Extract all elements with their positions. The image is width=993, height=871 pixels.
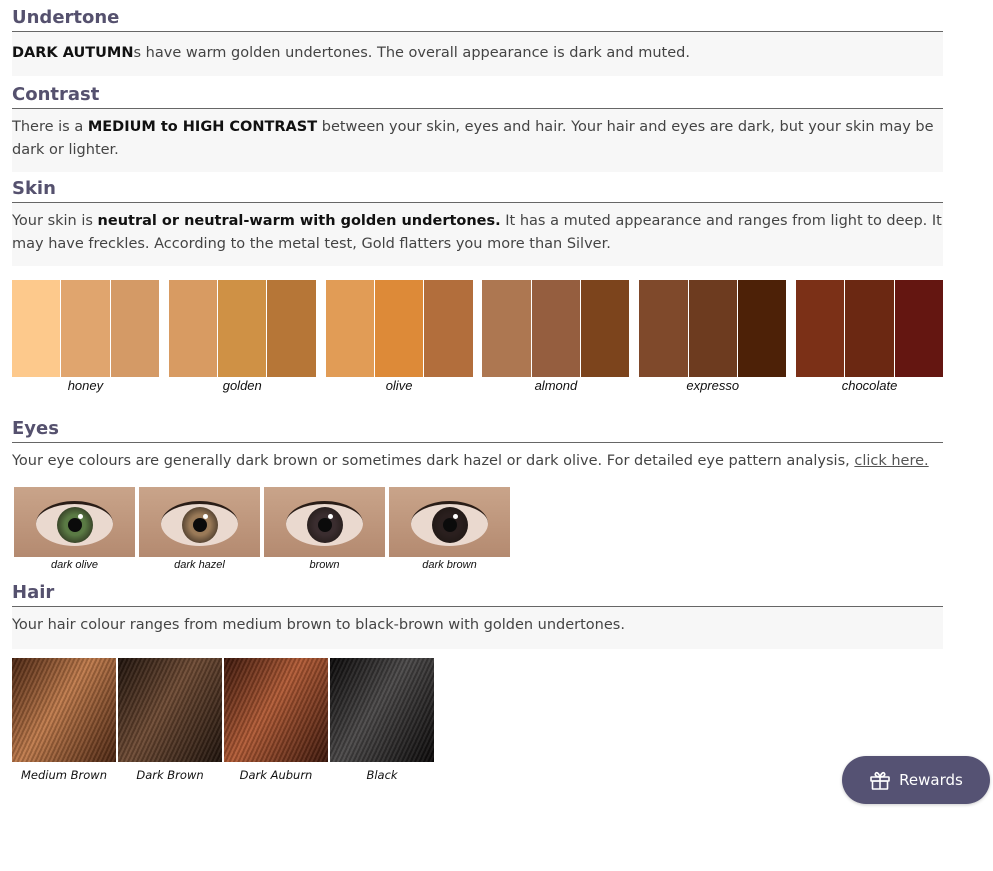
undertone-text: DARK AUTUMNs have warm golden undertones… bbox=[12, 32, 943, 76]
eye-label: brown bbox=[309, 559, 340, 571]
swatch-color bbox=[168, 280, 218, 377]
eyes-section: Eyes Your eye colours are generally dark… bbox=[12, 417, 943, 571]
swatch-color bbox=[688, 280, 737, 377]
swatch-color bbox=[325, 280, 374, 377]
eye-image bbox=[139, 487, 260, 557]
swatch-label: almond bbox=[534, 378, 578, 393]
swatch-label: expresso bbox=[686, 378, 740, 393]
hair-text: Your hair colour ranges from medium brow… bbox=[12, 607, 943, 649]
swatch-color bbox=[581, 280, 630, 377]
swatch-color bbox=[12, 280, 61, 377]
undertone-heading: Undertone bbox=[12, 6, 943, 32]
swatch-colors bbox=[325, 280, 473, 377]
swatch-color bbox=[531, 280, 581, 377]
skin-swatches: honey golden olive almond expresso chocolate bbox=[12, 280, 943, 393]
eye-analysis-link[interactable]: click here. bbox=[854, 453, 928, 469]
hair-text-body: Your hair colour ranges from medium brow… bbox=[12, 617, 625, 633]
eye-sample: brown bbox=[264, 487, 385, 571]
eye-image bbox=[264, 487, 385, 557]
hair-image bbox=[12, 658, 116, 762]
swatch-color bbox=[845, 280, 894, 377]
swatch-colors bbox=[796, 280, 943, 377]
undertone-bold: DARK AUTUMN bbox=[12, 45, 134, 61]
eye-label: dark olive bbox=[50, 559, 99, 571]
hair-heading: Hair bbox=[12, 581, 943, 607]
hair-sample: Dark Brown bbox=[118, 658, 222, 782]
hair-image bbox=[118, 658, 222, 762]
skin-swatch-golden: golden bbox=[168, 280, 316, 393]
eyes-heading: Eyes bbox=[12, 417, 943, 443]
eye-image bbox=[389, 487, 510, 557]
skin-swatch-expresso: expresso bbox=[639, 280, 787, 393]
swatch-color bbox=[61, 280, 110, 377]
swatch-color bbox=[267, 280, 316, 377]
contrast-section: Contrast There is a MEDIUM to HIGH CONTR… bbox=[12, 83, 943, 172]
swatch-color bbox=[737, 280, 787, 377]
contrast-text-before: There is a bbox=[12, 119, 88, 135]
swatch-label: golden bbox=[222, 378, 262, 393]
swatch-color bbox=[639, 280, 688, 377]
hair-sample: Black bbox=[330, 658, 434, 782]
hair-samples: Medium Brown Dark Brown Dark Auburn Black bbox=[12, 658, 943, 782]
swatch-label: olive bbox=[385, 378, 413, 393]
undertone-section: Undertone DARK AUTUMNs have warm golden … bbox=[12, 6, 943, 76]
rewards-button[interactable]: Rewards bbox=[842, 756, 990, 804]
undertone-rest: s have warm golden undertones. The overa… bbox=[133, 45, 690, 61]
swatch-color bbox=[796, 280, 845, 377]
eye-sample: dark hazel bbox=[139, 487, 260, 571]
swatch-colors bbox=[639, 280, 787, 377]
hair-image bbox=[224, 658, 328, 762]
skin-bold: neutral or neutral-warm with golden unde… bbox=[97, 213, 501, 229]
swatch-label: honey bbox=[67, 378, 104, 393]
contrast-heading: Contrast bbox=[12, 83, 943, 109]
skin-swatch-olive: olive bbox=[325, 280, 473, 393]
hair-sample: Medium Brown bbox=[12, 658, 116, 782]
hair-label: Medium Brown bbox=[21, 768, 107, 782]
hair-label: Dark Auburn bbox=[239, 768, 313, 782]
gift-icon bbox=[869, 770, 891, 790]
eyes-text: Your eye colours are generally dark brow… bbox=[12, 443, 943, 479]
eye-label: dark brown bbox=[422, 559, 477, 571]
skin-swatch-almond: almond bbox=[482, 280, 630, 393]
swatch-color bbox=[218, 280, 267, 377]
swatch-color bbox=[424, 280, 473, 377]
skin-text-before: Your skin is bbox=[12, 213, 98, 229]
swatch-color bbox=[110, 280, 159, 377]
hair-image bbox=[330, 658, 434, 762]
skin-swatch-honey: honey bbox=[12, 280, 159, 393]
eye-label: dark hazel bbox=[174, 559, 225, 571]
contrast-text: There is a MEDIUM to HIGH CONTRAST betwe… bbox=[12, 109, 943, 172]
swatch-color bbox=[374, 280, 424, 377]
skin-heading: Skin bbox=[12, 177, 943, 203]
eye-sample: dark olive bbox=[14, 487, 135, 571]
skin-swatch-chocolate: chocolate bbox=[796, 280, 943, 393]
swatch-color bbox=[482, 280, 531, 377]
skin-section: Skin Your skin is neutral or neutral-war… bbox=[12, 177, 943, 393]
swatch-label: chocolate bbox=[841, 378, 898, 393]
swatch-colors bbox=[482, 280, 630, 377]
swatch-colors bbox=[168, 280, 316, 377]
hair-label: Dark Brown bbox=[136, 768, 204, 782]
hair-label: Black bbox=[366, 768, 398, 782]
eye-samples: dark olive dark hazel brown dark brown bbox=[14, 487, 943, 571]
hair-sample: Dark Auburn bbox=[224, 658, 328, 782]
swatch-colors bbox=[12, 280, 159, 377]
content: Undertone DARK AUTUMNs have warm golden … bbox=[12, 0, 943, 782]
contrast-bold: MEDIUM to HIGH CONTRAST bbox=[87, 119, 318, 135]
rewards-label: Rewards bbox=[899, 771, 963, 789]
swatch-color bbox=[894, 280, 943, 377]
eye-image bbox=[14, 487, 135, 557]
skin-text: Your skin is neutral or neutral-warm wit… bbox=[12, 203, 943, 266]
eye-sample: dark brown bbox=[389, 487, 510, 571]
hair-section: Hair Your hair colour ranges from medium… bbox=[12, 581, 943, 782]
eyes-text-body: Your eye colours are generally dark brow… bbox=[12, 453, 855, 469]
